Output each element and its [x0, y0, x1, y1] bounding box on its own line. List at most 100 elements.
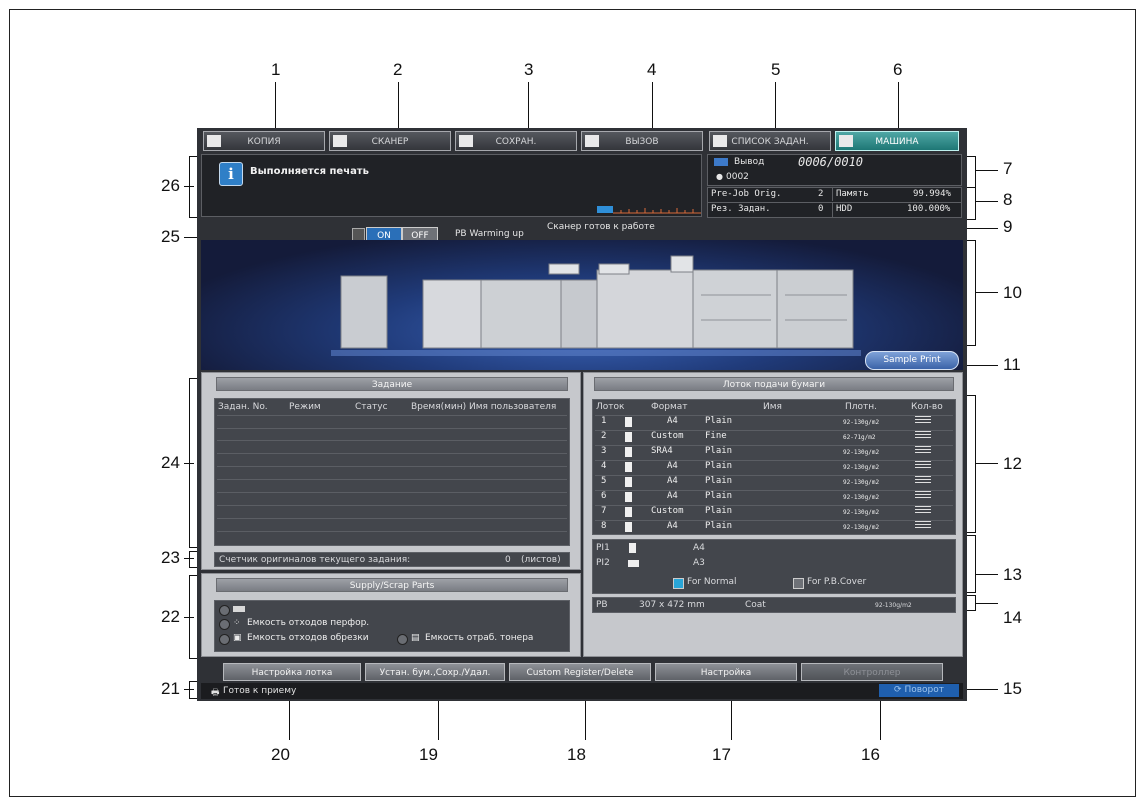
table-row — [217, 467, 567, 480]
tray-row[interactable]: 4 A4 Plain 92-130g/m2 — [595, 460, 953, 473]
tray-col-name: Имя — [763, 402, 782, 412]
tray-size: A4 — [667, 476, 678, 486]
prejob-label: Pre-Job Orig. — [711, 189, 782, 199]
leader-2 — [398, 82, 399, 130]
tray-number: 5 — [601, 476, 607, 486]
table-row — [217, 519, 567, 532]
tray-weight: 92-130g/m2 — [843, 419, 880, 426]
callout-25: 25 — [161, 227, 180, 246]
paper-save-button[interactable]: Устан. бум.,Сохр./Удал. — [365, 663, 505, 681]
ready-status: Готов к приему — [223, 686, 297, 696]
pi1-size: A4 — [693, 543, 705, 553]
tray-number: 4 — [601, 461, 607, 471]
leader-1 — [275, 82, 276, 130]
info-icon: i — [219, 162, 243, 186]
printer-illustration-icon — [331, 255, 861, 356]
status-dot — [397, 634, 408, 645]
callout-12: 12 — [1003, 454, 1022, 473]
tray-row[interactable]: 8 A4 Plain 92-130g/m2 — [595, 520, 953, 533]
tray-size: A4 — [667, 491, 678, 501]
tray-row[interactable]: 3 SRA4 Plain 92-130g/m2 — [595, 445, 953, 458]
setting-button[interactable]: Настройка — [655, 663, 797, 681]
tray-col-size: Формат — [651, 402, 688, 412]
callout-4: 4 — [647, 60, 657, 79]
tab-scanner[interactable]: СКАНЕР — [329, 131, 451, 151]
callout-9: 9 — [1003, 217, 1013, 236]
supply-panel: Supply/Scrap Parts ⁘ Емкость отходов пер… — [201, 573, 581, 657]
tray-list[interactable]: Лоток Формат Имя Плотн. Кол-во 1 A4 Plain 9… — [592, 399, 956, 535]
status-dot — [219, 634, 230, 645]
custom-register-button[interactable]: Custom Register/Delete — [509, 663, 651, 681]
callout-23: 23 — [161, 548, 180, 567]
callout-5: 5 — [771, 60, 781, 79]
original-counter: Счетчик оригиналов текущего задания: 0 (… — [214, 552, 570, 567]
tray-row[interactable]: 1 A4 Plain 92-130g/m2 — [595, 415, 953, 428]
paper-quantity-icon — [915, 506, 931, 515]
tray-size: A4 — [667, 521, 678, 531]
pb-weight: 92-130g/m2 — [875, 602, 912, 609]
paper-quantity-icon — [915, 476, 931, 485]
tray-setting-button[interactable]: Настройка лотка — [223, 663, 361, 681]
tray-number: 3 — [601, 446, 607, 456]
bracket-8 — [967, 187, 976, 220]
callout-26: 26 — [161, 176, 180, 195]
document-icon — [207, 135, 221, 147]
pi2-label: PI2 — [596, 558, 610, 568]
tray-panel-title: Лоток подачи бумаги — [594, 377, 954, 391]
callout-18: 18 — [567, 745, 586, 764]
sample-print-button[interactable]: Sample Print — [865, 351, 959, 370]
bracket-12 — [967, 395, 976, 533]
tab-job-list[interactable]: СПИСОК ЗАДАН. — [709, 131, 831, 151]
tab-job-list-label: СПИСОК ЗАДАН. — [731, 137, 809, 147]
pb-size: 307 x 472 mm — [639, 600, 705, 610]
controller-button[interactable]: Контроллер — [801, 663, 943, 681]
tray-size: A4 — [667, 461, 678, 471]
job-list[interactable]: Задан. No. Режим Статус Время(мин) Имя п… — [214, 398, 570, 546]
tray-col-weight: Плотн. — [845, 402, 878, 412]
leader-14 — [976, 603, 998, 604]
job-col-status: Статус — [355, 402, 388, 412]
tray-weight: 62-71g/m2 — [843, 434, 876, 441]
job-panel-title: Задание — [216, 377, 568, 391]
for-pb-cover-checkbox[interactable] — [793, 578, 804, 589]
tray-weight: 92-130g/m2 — [843, 524, 880, 531]
for-normal-checkbox[interactable] — [673, 578, 684, 589]
leader-6 — [898, 82, 899, 130]
rotate-icon: ⟳ — [894, 685, 902, 695]
tray-col-qty: Кол-во — [911, 402, 943, 412]
tab-recall[interactable]: ВЫЗОВ — [581, 131, 703, 151]
tray-size: A4 — [667, 416, 678, 426]
leader-7 — [976, 170, 998, 171]
output-counter: Вывод 0006/0010 ● 0002 — [707, 154, 962, 186]
tray-row[interactable]: 2 Custom Fine 62-71g/m2 — [595, 430, 953, 443]
leader-13 — [976, 574, 998, 575]
tab-copy[interactable]: КОПИЯ — [203, 131, 325, 151]
tray-row[interactable]: 5 A4 Plain 92-130g/m2 — [595, 475, 953, 488]
callout-2: 2 — [393, 60, 403, 79]
paper-quantity-icon — [915, 461, 931, 470]
output-tray-icon — [714, 158, 728, 166]
scanner-icon — [333, 135, 347, 147]
tab-machine[interactable]: МАШИНА — [835, 131, 959, 151]
pb-name: Coat — [745, 600, 766, 610]
bracket-13 — [967, 535, 976, 593]
message-area: i Выполняется печать — [201, 154, 702, 217]
job-col-mode: Режим — [289, 402, 321, 412]
paper-icon — [625, 477, 632, 487]
callout-14: 14 — [1003, 608, 1022, 627]
rotate-button[interactable]: ⟳ Поворот — [879, 684, 959, 697]
tray-row[interactable]: 6 A4 Plain 92-130g/m2 — [595, 490, 953, 503]
paper-icon — [625, 447, 632, 457]
supply-panel-title: Supply/Scrap Parts — [216, 578, 568, 592]
tab-copy-label: КОПИЯ — [247, 137, 281, 147]
machine-image: Sample Print — [201, 240, 963, 370]
callout-8: 8 — [1003, 190, 1013, 209]
job-panel: Задание Задан. No. Режим Статус Время(ми… — [201, 372, 581, 570]
waste-toner-icon: ▤ — [411, 633, 420, 643]
callout-15: 15 — [1003, 679, 1022, 698]
callout-22: 22 — [161, 607, 180, 626]
tab-scanner-label: СКАНЕР — [371, 137, 409, 147]
status-dot — [219, 619, 230, 630]
tab-save[interactable]: СОХРАН. — [455, 131, 577, 151]
tray-row[interactable]: 7 Custom Plain 92-130g/m2 — [595, 505, 953, 518]
